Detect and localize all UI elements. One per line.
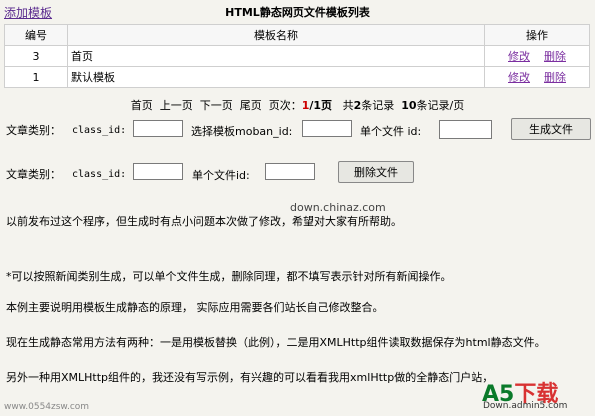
form1-select-template-label: 选择模板moban_id: [191, 125, 293, 138]
table-header-row: 编号 模板名称 操作 [4, 24, 590, 46]
column-header-id: 编号 [4, 24, 68, 46]
paragraph: 现在生成静态常用方法有两种：一是用模板替换（此例），二是用XMLHttp组件读取… [6, 336, 546, 349]
form2-class-id-input[interactable] [133, 163, 183, 180]
delete-link[interactable]: 删除 [544, 71, 566, 84]
table-row: 3 首页 修改 删除 [4, 45, 590, 67]
paragraph: 本例主要说明用模板生成静态的原理， 实际应用需要各们站长自己修改整合。 [6, 301, 384, 314]
pager-total-label: 共 [342, 99, 354, 112]
row-actions: 修改 删除 [484, 66, 590, 88]
row-actions: 修改 删除 [484, 45, 590, 67]
row-id: 3 [4, 45, 68, 67]
paragraph: 以前发布过这个程序，但生成时有点小问题本次做了修改，希望对大家有所帮助。 [6, 215, 402, 228]
column-header-actions: 操作 [484, 24, 590, 46]
delete-file-button[interactable]: 删除文件 [338, 161, 414, 183]
form1-class-id-label: class_id: [72, 125, 127, 136]
column-header-name: 模板名称 [67, 24, 485, 46]
paragraph: *可以按照新闻类别生成，可以单个文件生成，删除同理，都不填写表示针对所有新闻操作… [6, 270, 452, 283]
row-name: 首页 [67, 45, 485, 67]
pager-records-label: 条记录 [361, 99, 395, 112]
pager-total-pages: /1页 [309, 99, 333, 112]
pager-page-label: 页次： [268, 99, 302, 112]
pagination: 首页 上一页 下一页 尾页 页次：1/1页 共2条记录 10条记录/页 [0, 97, 595, 113]
form2-category-label: 文章类别： [6, 168, 61, 181]
site-watermark: www.0554zsw.com [4, 402, 90, 412]
form2-class-id-label: class_id: [72, 169, 127, 180]
pager-last[interactable]: 尾页 [240, 99, 262, 112]
table-row: 1 默认模板 修改 删除 [4, 66, 590, 88]
paragraph: 另外一种用XMLHttp组件的，我还没有写示例，有兴趣的可以看看我用xmlHtt… [6, 371, 494, 384]
form1-moban-id-input[interactable] [302, 120, 352, 137]
form1-single-file-input[interactable] [439, 120, 492, 139]
pager-per-page-label: 条记录/页 [416, 99, 465, 112]
generate-file-button[interactable]: 生成文件 [511, 118, 591, 140]
pager-per-page: 10 [401, 99, 417, 112]
edit-link[interactable]: 修改 [508, 71, 530, 84]
a5-logo-sub: Down.admin5.com [483, 401, 568, 411]
top-bar: 添加模板 HTML静态网页文件模板列表 [0, 0, 595, 24]
edit-link[interactable]: 修改 [508, 50, 530, 63]
form1-single-file-label: 单个文件 id: [360, 125, 422, 138]
row-name: 默认模板 [67, 66, 485, 88]
pager-first[interactable]: 首页 [131, 99, 153, 112]
form1-category-label: 文章类别： [6, 124, 61, 137]
form2-single-file-label: 单个文件id: [192, 169, 250, 182]
pager-next[interactable]: 下一页 [200, 99, 233, 112]
template-table: 编号 模板名称 操作 3 首页 修改 删除 1 默认模板 修改 删除 [4, 24, 590, 88]
form2-single-file-input[interactable] [265, 163, 315, 180]
row-id: 1 [4, 66, 68, 88]
page-title: HTML静态网页文件模板列表 [225, 6, 370, 19]
delete-link[interactable]: 删除 [544, 50, 566, 63]
form1-class-id-input[interactable] [133, 120, 183, 137]
pager-prev[interactable]: 上一页 [160, 99, 193, 112]
